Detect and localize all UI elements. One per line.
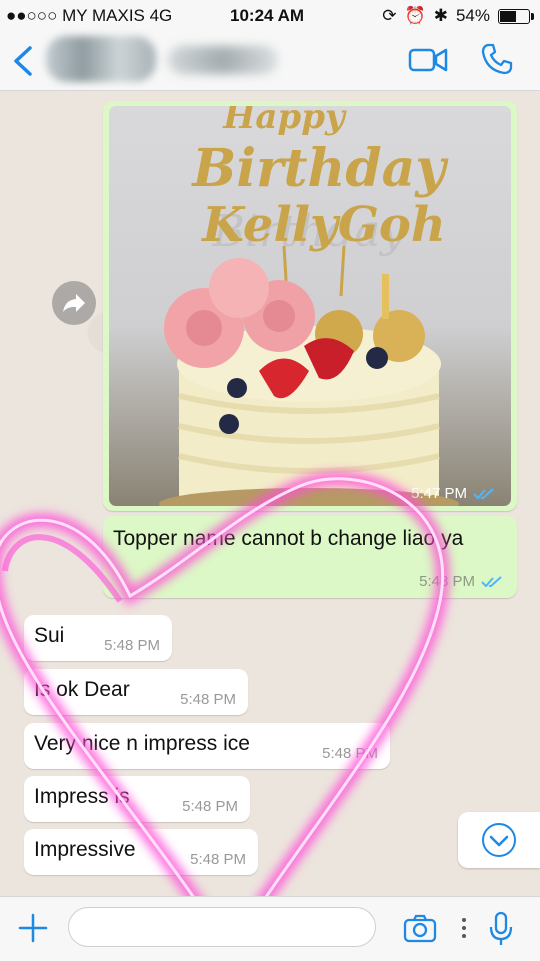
chevron-down-icon — [482, 823, 516, 857]
message-text: Impress is — [34, 785, 130, 808]
more-options-icon[interactable] — [460, 915, 468, 941]
image-time: 5:47 PM — [411, 485, 467, 502]
message-time: 5:48 PM — [419, 573, 475, 590]
battery-fill — [500, 10, 517, 22]
message-text: Very nice n impress ice — [34, 732, 250, 755]
orientation-lock-icon: ⟳ — [382, 6, 397, 25]
carrier-signal: ●●○○○ MY MAXIS 4G — [6, 6, 173, 25]
contact-name-blurred[interactable] — [168, 46, 278, 74]
scroll-to-bottom-button[interactable] — [458, 812, 540, 868]
incoming-message[interactable]: Very nice n impress ice 5:48 PM — [24, 723, 390, 769]
image-meta: 5:47 PM — [411, 485, 495, 502]
incoming-message[interactable]: Is ok Dear 5:48 PM — [24, 669, 248, 715]
back-icon[interactable] — [10, 44, 40, 78]
topper-line-1: Happy — [222, 106, 347, 137]
image-message[interactable]: Birthday Happy Birthday KellyGoh 5:47 PM — [103, 101, 517, 511]
forward-button[interactable] — [52, 281, 96, 325]
alarm-icon: ⏰ — [404, 6, 426, 25]
incoming-message[interactable]: Impress is 5:48 PM — [24, 776, 250, 822]
read-receipt-icon — [473, 487, 494, 499]
message-text: Topper name cannot b change liao ya — [113, 527, 464, 550]
incoming-message[interactable]: Impressive 5:48 PM — [24, 829, 258, 875]
microphone-icon[interactable] — [488, 911, 514, 947]
message-time: 5:48 PM — [182, 798, 238, 815]
status-bar: ●●○○○ MY MAXIS 4G 10:24 AM ⟳ ⏰ ✱ 54% — [0, 0, 540, 30]
topper-line-3: KellyGoh — [200, 197, 445, 253]
chat-header — [0, 30, 540, 91]
plus-icon[interactable] — [16, 911, 50, 945]
message-text: Sui — [34, 624, 65, 647]
message-time: 5:48 PM — [322, 745, 378, 762]
forward-icon — [63, 294, 85, 312]
contact-avatar-blurred[interactable] — [46, 36, 156, 82]
cake-photo[interactable]: Birthday Happy Birthday KellyGoh 5:47 PM — [109, 106, 511, 506]
clock: 10:24 AM — [230, 6, 305, 25]
topper-line-2: Birthday — [190, 138, 449, 199]
message-time: 5:48 PM — [104, 637, 160, 654]
outgoing-message[interactable]: Topper name cannot b change liao ya 5:48… — [103, 516, 517, 598]
message-time: 5:48 PM — [180, 691, 236, 708]
message-text: Is ok Dear — [34, 678, 130, 701]
video-call-icon[interactable] — [408, 46, 448, 74]
message-time: 5:48 PM — [190, 851, 246, 868]
message-input-bar — [0, 896, 540, 961]
message-text: Impressive — [34, 838, 136, 861]
read-receipt-icon — [481, 575, 502, 587]
phone-call-icon[interactable] — [480, 42, 514, 76]
cake-topper: Happy Birthday KellyGoh — [190, 106, 449, 253]
camera-icon[interactable] — [403, 913, 437, 943]
bluetooth-icon: ✱ — [433, 6, 448, 25]
incoming-message[interactable]: Sui 5:48 PM — [24, 615, 172, 661]
battery-percent: 54% — [455, 6, 490, 25]
battery-icon — [498, 8, 534, 24]
message-meta: 5:48 PM — [419, 573, 503, 590]
message-input[interactable] — [68, 907, 376, 947]
status-icons: ⟳ ⏰ ✱ 54% — [382, 6, 534, 26]
cake-illustration: Birthday Happy Birthday KellyGoh — [159, 106, 459, 506]
chat-area[interactable]: Birthday Happy Birthday KellyGoh 5:47 PM… — [0, 91, 540, 896]
